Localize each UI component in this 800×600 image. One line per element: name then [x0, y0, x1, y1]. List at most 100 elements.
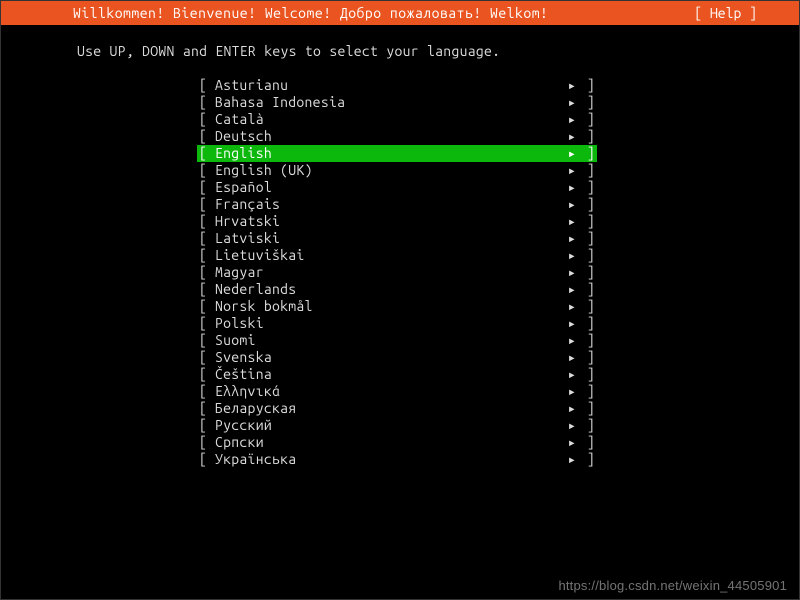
triangle-right-icon: ▸	[561, 366, 583, 383]
bracket-left: [	[197, 162, 215, 179]
language-list: [Asturianu▸][Bahasa Indonesia▸][Català▸]…	[17, 77, 783, 468]
bracket-left: [	[197, 400, 215, 417]
language-option[interactable]: [Hrvatski▸]	[197, 213, 597, 230]
language-name: Bahasa Indonesia	[215, 94, 561, 111]
language-name: Hrvatski	[215, 213, 561, 230]
bracket-right: ]	[583, 196, 597, 213]
language-name: Norsk bokmål	[215, 298, 561, 315]
language-option[interactable]: [Latviski▸]	[197, 230, 597, 247]
triangle-right-icon: ▸	[561, 247, 583, 264]
language-name: Nederlands	[215, 281, 561, 298]
bracket-left: [	[197, 332, 215, 349]
language-name: Lietuviškai	[215, 247, 561, 264]
language-name: Беларуская	[215, 400, 561, 417]
language-option[interactable]: [Català▸]	[197, 111, 597, 128]
bracket-right: ]	[583, 179, 597, 196]
language-name: Suomi	[215, 332, 561, 349]
triangle-right-icon: ▸	[561, 451, 583, 468]
bracket-left: [	[197, 128, 215, 145]
triangle-right-icon: ▸	[561, 434, 583, 451]
language-option[interactable]: [Русский▸]	[197, 417, 597, 434]
language-name: Svenska	[215, 349, 561, 366]
language-option[interactable]: [Ελληνικά▸]	[197, 383, 597, 400]
language-option[interactable]: [Svenska▸]	[197, 349, 597, 366]
language-option[interactable]: [Lietuviškai▸]	[197, 247, 597, 264]
bracket-left: [	[197, 77, 215, 94]
bracket-right: ]	[583, 332, 597, 349]
language-name: Русский	[215, 417, 561, 434]
bracket-right: ]	[583, 247, 597, 264]
language-name: Asturianu	[215, 77, 561, 94]
bracket-left: [	[197, 417, 215, 434]
bracket-right: ]	[583, 417, 597, 434]
bracket-left: [	[197, 196, 215, 213]
language-option[interactable]: [Deutsch▸]	[197, 128, 597, 145]
language-name: Latviski	[215, 230, 561, 247]
bracket-right: ]	[583, 230, 597, 247]
language-option[interactable]: [Nederlands▸]	[197, 281, 597, 298]
language-name: Polski	[215, 315, 561, 332]
watermark-text: https://blog.csdn.net/weixin_44505901	[558, 578, 787, 593]
triangle-right-icon: ▸	[561, 111, 583, 128]
bracket-left: [	[197, 298, 215, 315]
language-name: Čeština	[215, 366, 561, 383]
bracket-right: ]	[583, 281, 597, 298]
language-name: Català	[215, 111, 561, 128]
language-name: English	[215, 145, 561, 162]
language-option[interactable]: [Magyar▸]	[197, 264, 597, 281]
bracket-left: [	[197, 315, 215, 332]
triangle-right-icon: ▸	[561, 213, 583, 230]
language-option[interactable]: [Norsk bokmål▸]	[197, 298, 597, 315]
language-option[interactable]: [Українська▸]	[197, 451, 597, 468]
bracket-right: ]	[583, 145, 597, 162]
triangle-right-icon: ▸	[561, 383, 583, 400]
triangle-right-icon: ▸	[561, 417, 583, 434]
language-name: Српски	[215, 434, 561, 451]
triangle-right-icon: ▸	[561, 196, 583, 213]
triangle-right-icon: ▸	[561, 349, 583, 366]
language-option[interactable]: [English (UK)▸]	[197, 162, 597, 179]
bracket-right: ]	[583, 128, 597, 145]
language-option[interactable]: [Bahasa Indonesia▸]	[197, 94, 597, 111]
triangle-right-icon: ▸	[561, 77, 583, 94]
triangle-right-icon: ▸	[561, 298, 583, 315]
language-option[interactable]: [Français▸]	[197, 196, 597, 213]
bracket-right: ]	[583, 366, 597, 383]
language-option[interactable]: [Español▸]	[197, 179, 597, 196]
bracket-right: ]	[583, 298, 597, 315]
bracket-left: [	[197, 281, 215, 298]
triangle-right-icon: ▸	[561, 179, 583, 196]
language-name: Français	[215, 196, 561, 213]
bracket-right: ]	[583, 77, 597, 94]
bracket-right: ]	[583, 434, 597, 451]
help-button[interactable]: [ Help ]	[694, 5, 787, 21]
language-name: Українська	[215, 451, 561, 468]
bracket-right: ]	[583, 349, 597, 366]
bracket-right: ]	[583, 111, 597, 128]
bracket-left: [	[197, 111, 215, 128]
language-option[interactable]: [English▸]	[197, 145, 597, 162]
instruction-text: Use UP, DOWN and ENTER keys to select yo…	[17, 43, 783, 59]
language-name: Magyar	[215, 264, 561, 281]
language-option[interactable]: [Српски▸]	[197, 434, 597, 451]
triangle-right-icon: ▸	[561, 264, 583, 281]
language-name: Español	[215, 179, 561, 196]
triangle-right-icon: ▸	[561, 400, 583, 417]
language-option[interactable]: [Polski▸]	[197, 315, 597, 332]
content-area: Use UP, DOWN and ENTER keys to select yo…	[1, 25, 799, 468]
language-option[interactable]: [Asturianu▸]	[197, 77, 597, 94]
triangle-right-icon: ▸	[561, 94, 583, 111]
triangle-right-icon: ▸	[561, 332, 583, 349]
language-option[interactable]: [Suomi▸]	[197, 332, 597, 349]
language-option[interactable]: [Беларуская▸]	[197, 400, 597, 417]
bracket-right: ]	[583, 400, 597, 417]
bracket-right: ]	[583, 383, 597, 400]
header-title: Willkommen! Bienvenue! Welcome! Добро по…	[13, 5, 694, 21]
triangle-right-icon: ▸	[561, 128, 583, 145]
triangle-right-icon: ▸	[561, 315, 583, 332]
language-option[interactable]: [Čeština▸]	[197, 366, 597, 383]
language-name: Ελληνικά	[215, 383, 561, 400]
language-name: Deutsch	[215, 128, 561, 145]
bracket-left: [	[197, 434, 215, 451]
bracket-right: ]	[583, 162, 597, 179]
